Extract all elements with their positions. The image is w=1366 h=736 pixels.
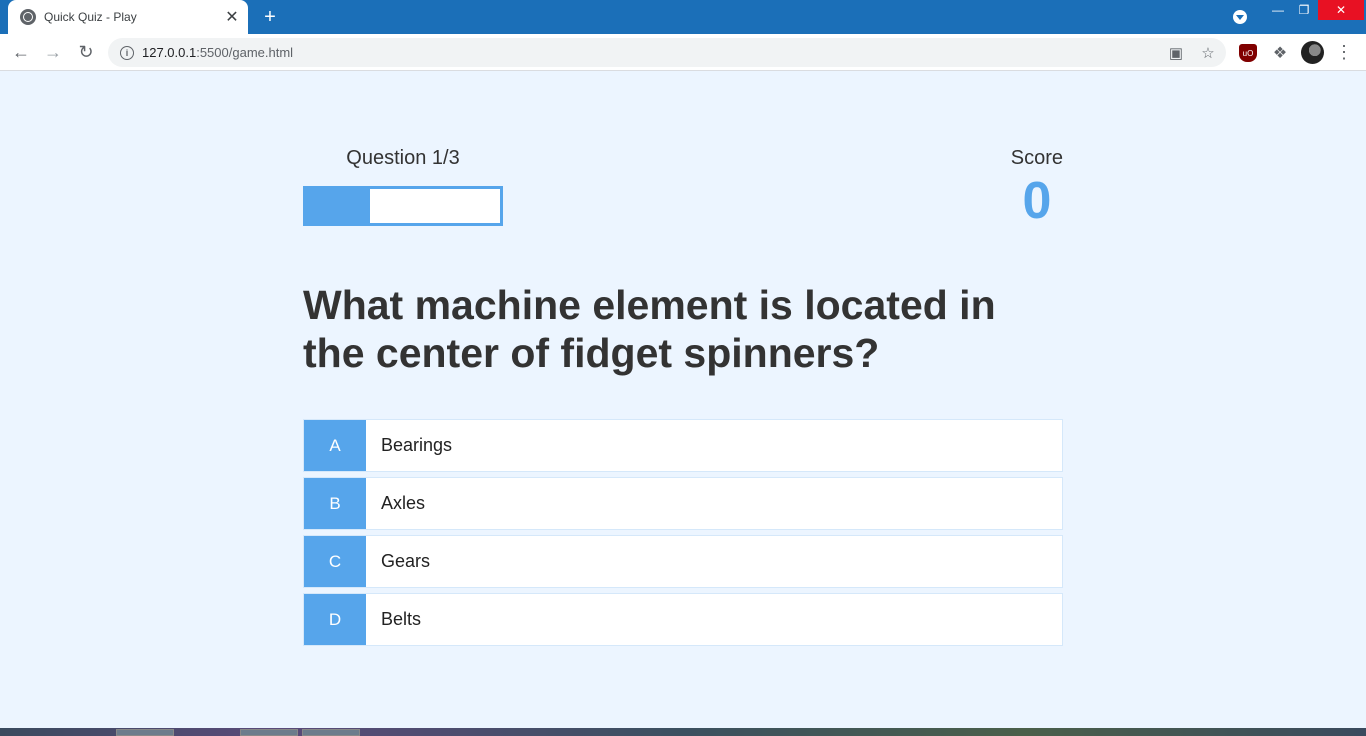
address-url[interactable]: 127.0.0.1:5500/game.html <box>142 45 293 60</box>
puzzle-icon[interactable]: ❖ <box>1271 44 1289 62</box>
window-close-button[interactable]: ✕ <box>1318 0 1364 20</box>
choice-text: Axles <box>381 493 426 513</box>
choice-prefix: B <box>304 478 366 529</box>
window-restore-button[interactable]: ❐ <box>1292 0 1316 20</box>
globe-icon <box>20 9 36 25</box>
arrow-left-icon: ← <box>12 41 30 62</box>
choice-a[interactable]: A Bearings <box>303 419 1063 472</box>
quiz-page: Question 1/3 Score 0 What machine elemen… <box>0 71 1366 728</box>
taskbar-item[interactable] <box>302 729 360 736</box>
progress-bar-fill <box>306 189 371 223</box>
choice-list: A Bearings B Axles C Gears D Belts <box>303 419 1063 651</box>
question-counter: Question 1/3 <box>346 147 460 169</box>
info-icon[interactable]: i <box>120 45 134 60</box>
reload-button[interactable]: ↻ <box>74 40 98 64</box>
score-label: Score <box>1010 147 1063 169</box>
new-tab-button[interactable]: + <box>258 5 282 29</box>
choice-b[interactable]: B Axles <box>303 477 1063 530</box>
choice-text: Bearings <box>381 435 453 455</box>
choice-text: Belts <box>381 609 422 629</box>
browser-tabstrip: Quick Quiz - Play ✕ + — ❐ ✕ <box>0 0 1366 34</box>
tab-title: Quick Quiz - Play <box>44 10 137 24</box>
url-path: :5500/game.html <box>196 45 294 60</box>
window-minimize-button[interactable]: — <box>1266 0 1290 20</box>
browser-toolbar: ← → ↻ i 127.0.0.1:5500/game.html ▣ ☆ <box>0 34 1366 71</box>
choice-c[interactable]: C Gears <box>303 535 1063 588</box>
forward-button[interactable]: → <box>41 40 65 64</box>
taskbar-item[interactable] <box>116 729 174 736</box>
back-button[interactable]: ← <box>9 40 33 64</box>
score-value: 0 <box>1022 172 1052 230</box>
translate-icon[interactable]: ▣ <box>1168 45 1184 62</box>
avatar[interactable] <box>1301 41 1324 64</box>
question-text: What machine element is located in the c… <box>303 282 996 376</box>
choice-prefix: A <box>304 420 366 471</box>
address-bar[interactable]: i 127.0.0.1:5500/game.html ▣ ☆ <box>108 38 1226 67</box>
kebab-menu-icon[interactable]: ⋮ <box>1335 42 1353 62</box>
choice-prefix: D <box>304 594 366 645</box>
tab-close-icon[interactable]: ✕ <box>222 7 242 27</box>
progress-bar <box>303 186 503 226</box>
os-taskbar <box>0 728 1366 736</box>
arrow-right-icon: → <box>44 41 62 62</box>
choice-prefix: C <box>304 536 366 587</box>
choice-d[interactable]: D Belts <box>303 593 1063 646</box>
url-host: 127.0.0.1 <box>142 45 197 60</box>
ublock-icon[interactable]: uO <box>1239 44 1257 62</box>
chevron-down-icon <box>1233 10 1247 24</box>
reload-icon: ↻ <box>78 41 94 62</box>
browser-tab[interactable]: Quick Quiz - Play ✕ <box>8 0 248 34</box>
choice-text: Gears <box>381 551 431 571</box>
star-icon[interactable]: ☆ <box>1200 45 1216 62</box>
taskbar-item[interactable] <box>240 729 298 736</box>
tab-search-button[interactable] <box>1230 7 1250 27</box>
